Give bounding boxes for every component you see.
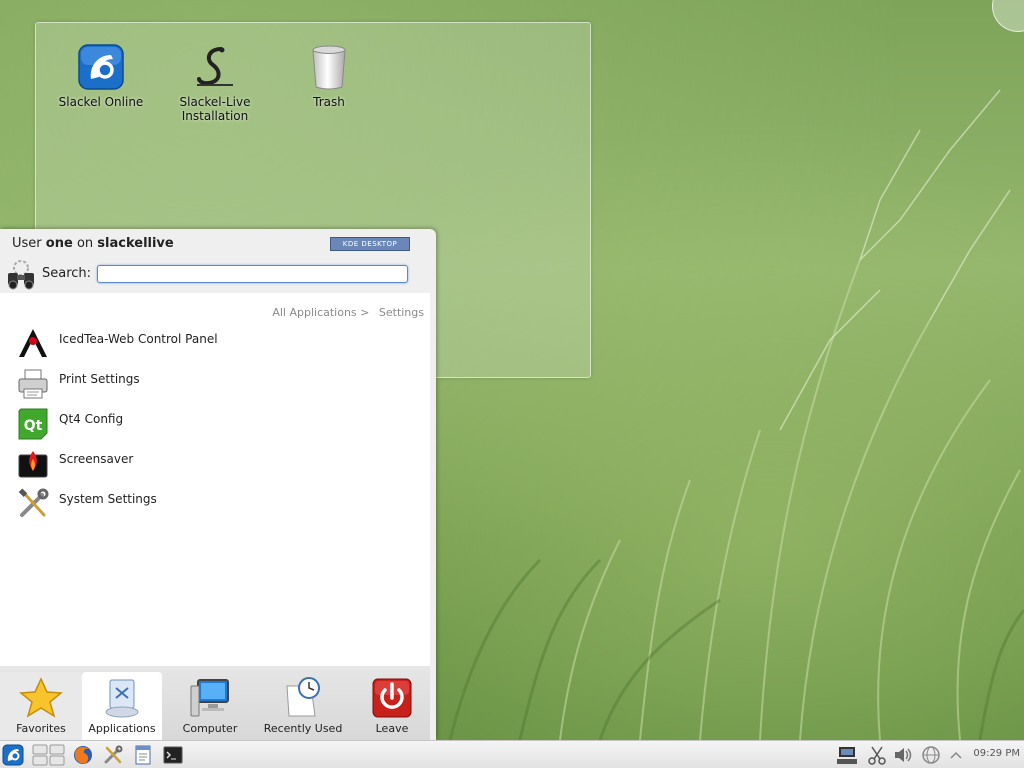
search-input[interactable] — [97, 265, 408, 283]
clipboard-scissors-icon[interactable] — [866, 744, 888, 766]
chevron-up-icon[interactable] — [948, 744, 964, 766]
network-icon[interactable] — [836, 744, 858, 766]
java-duke-icon — [19, 329, 47, 357]
taskbar: 09:29 PM — [0, 740, 1024, 768]
clock[interactable]: 09:29 PM — [973, 748, 1020, 759]
app-label: System Settings — [59, 492, 157, 506]
kickoff-menu: User one on slackellive KDE DESKTOP Sear… — [0, 229, 436, 740]
tab-applications[interactable]: Applications — [82, 672, 162, 740]
trash-icon — [312, 45, 346, 90]
desktop-icon-slackel-live-installation[interactable]: Slackel-Live Installation — [165, 43, 265, 123]
app-item-system-settings[interactable]: System Settings — [14, 485, 394, 523]
svg-text:Qt: Qt — [24, 418, 43, 434]
tab-leave[interactable]: Leave — [352, 672, 432, 740]
pager-icon[interactable] — [32, 744, 66, 766]
app-item-print-settings[interactable]: Print Settings — [14, 365, 394, 403]
tab-label: Computer — [182, 722, 238, 735]
slackel-logo-icon — [78, 44, 124, 90]
tab-computer[interactable]: Computer — [170, 672, 250, 740]
app-label: IcedTea-Web Control Panel — [59, 332, 218, 346]
kickoff-launcher-button[interactable] — [2, 744, 24, 766]
firefox-icon[interactable] — [72, 744, 94, 766]
network-globe-icon[interactable] — [920, 744, 942, 766]
tab-recently-used[interactable]: Recently Used — [257, 672, 349, 740]
computer-icon — [190, 679, 229, 717]
breadcrumb: All Applications > Settings — [266, 306, 424, 319]
applications-icon — [105, 679, 139, 718]
tab-label: Recently Used — [263, 722, 343, 735]
desktop-icon-trash[interactable]: Trash — [279, 43, 379, 109]
kickoff-tab-bar: Favorites Applications Computer Recently… — [0, 666, 430, 740]
search-label: Search: — [42, 266, 92, 281]
tab-favorites[interactable]: Favorites — [0, 672, 82, 740]
binoculars-icon — [8, 260, 34, 290]
app-item-screensaver[interactable]: Screensaver — [14, 445, 394, 483]
volume-icon[interactable] — [892, 744, 914, 766]
application-list: All Applications > Settings IcedTea-Web … — [0, 293, 430, 668]
tools-icon — [18, 488, 49, 517]
user-name: one — [45, 236, 73, 251]
tab-label: Applications — [88, 722, 156, 735]
kickoff-header: User one on slackellive KDE DESKTOP Sear… — [0, 229, 436, 293]
breadcrumb-all-applications[interactable]: All Applications > — [272, 306, 369, 319]
app-label: Print Settings — [59, 372, 140, 386]
desktop-icon-slackel-online[interactable]: Slackel Online — [51, 43, 151, 109]
text-editor-icon[interactable] — [132, 744, 154, 766]
printer-icon — [18, 369, 48, 399]
desktop-icon-label: Slackel Online — [58, 95, 144, 109]
user-line: User one on slackellive — [12, 236, 174, 251]
star-icon — [19, 677, 63, 718]
host-name: slackellive — [97, 236, 174, 251]
power-icon — [372, 678, 412, 718]
breadcrumb-settings[interactable]: Settings — [379, 306, 424, 319]
desktop-icon-label: Trash — [313, 95, 345, 109]
desktop-icon-label: Slackel-Live Installation — [179, 95, 251, 123]
screensaver-icon — [18, 451, 48, 478]
qt-icon: Qt — [18, 408, 48, 440]
kde-desktop-badge: KDE DESKTOP — [330, 237, 410, 251]
app-label: Qt4 Config — [59, 412, 124, 426]
tab-label: Favorites — [16, 722, 66, 735]
app-item-qt4-config[interactable]: Qt Qt4 Config — [14, 405, 394, 443]
user-mid: on — [76, 236, 94, 251]
terminal-icon[interactable] — [162, 744, 184, 766]
system-settings-icon[interactable] — [102, 744, 124, 766]
app-label: Screensaver — [59, 452, 134, 466]
clock-icon — [286, 677, 320, 717]
user-prefix: User — [12, 236, 42, 251]
slackel-installer-icon — [197, 47, 233, 86]
tab-label: Leave — [375, 722, 409, 735]
app-item-icedtea-web-control-panel[interactable]: IcedTea-Web Control Panel — [14, 325, 394, 363]
